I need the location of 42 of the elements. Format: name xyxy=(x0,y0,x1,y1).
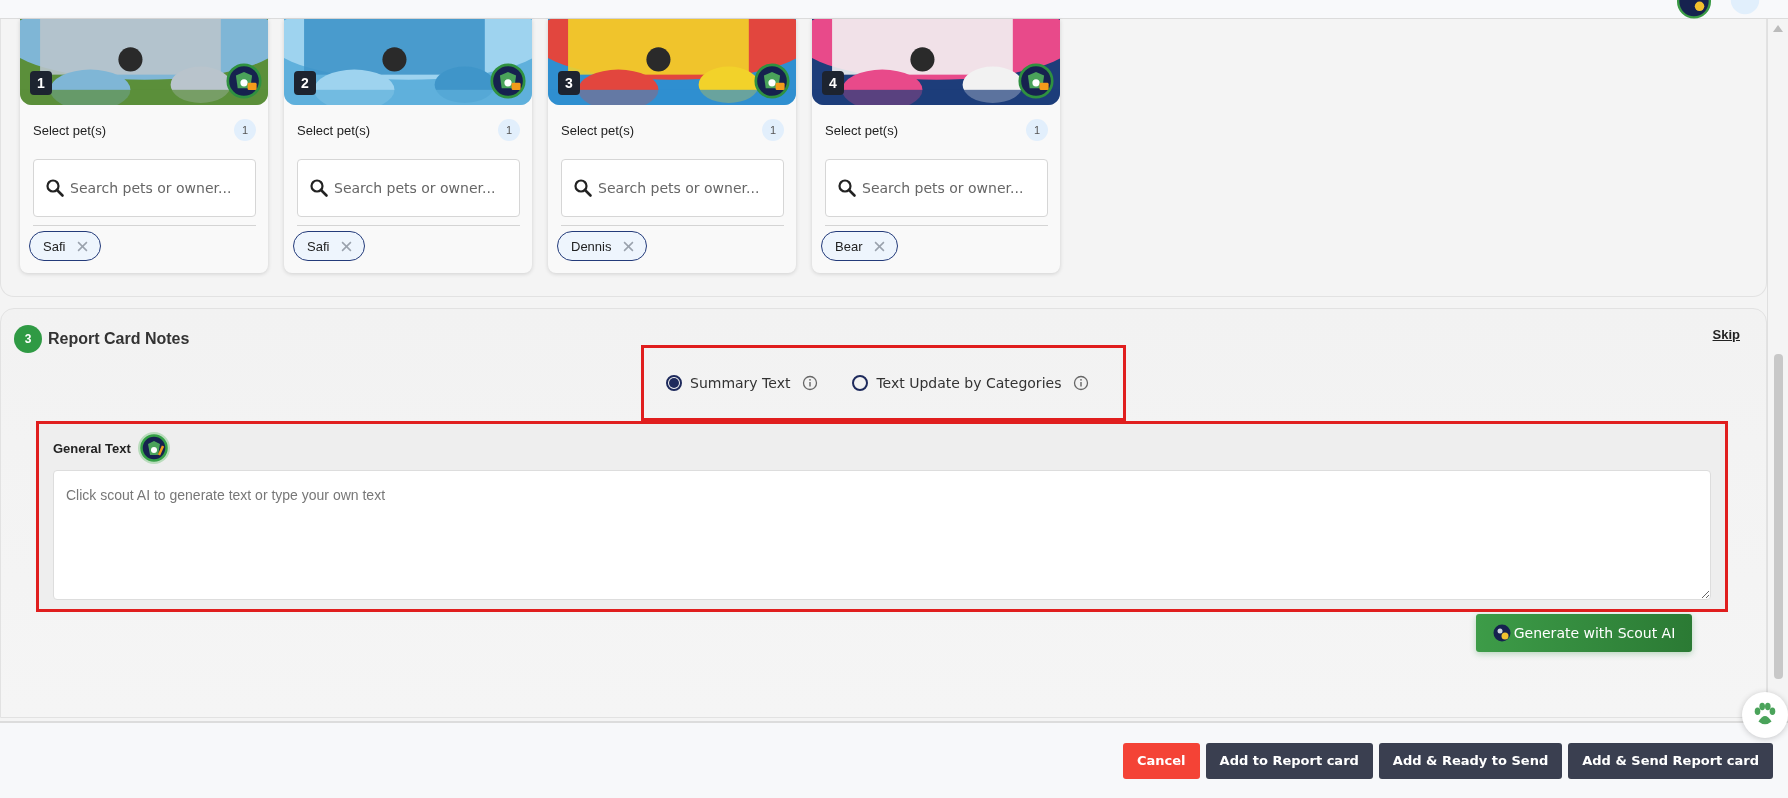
general-text-field[interactable]: Click scout AI to generate text or type your own text xyxy=(53,470,1711,600)
section-title: Report Card Notes xyxy=(48,330,190,348)
search-field[interactable]: Search pets or owner... xyxy=(297,159,520,217)
photo-number: 2 xyxy=(294,71,316,95)
skip-link[interactable]: Skip xyxy=(1712,326,1740,342)
option-label[interactable]: Summary Text xyxy=(690,375,791,391)
info-icon[interactable] xyxy=(802,375,819,391)
pet-chip[interactable]: Safi xyxy=(29,231,102,261)
search-icon xyxy=(309,178,329,198)
search-field[interactable]: Search pets or owner... xyxy=(825,159,1048,217)
pet-count-badge: 1 xyxy=(234,119,256,141)
select-pets-label: Select pet(s) xyxy=(561,122,634,138)
step-badge: 3 xyxy=(14,325,42,353)
photo-number: 1 xyxy=(30,71,52,95)
generate-button[interactable]: Generate with Scout AI xyxy=(1476,614,1692,652)
select-pets-label: Select pet(s) xyxy=(33,122,106,138)
footer-button[interactable]: Add to Report card xyxy=(1205,742,1373,779)
pet-count-badge: 1 xyxy=(1026,119,1048,141)
pet-chip[interactable]: Dennis xyxy=(557,231,648,261)
pet-count-badge: 1 xyxy=(762,119,784,141)
pet-chip[interactable]: Bear xyxy=(821,231,899,261)
info-icon[interactable] xyxy=(1073,375,1090,391)
radio-button[interactable] xyxy=(666,375,682,391)
coin-badge-icon[interactable] xyxy=(1674,0,1714,19)
pet-chip[interactable]: Safi xyxy=(293,231,366,261)
search-icon xyxy=(573,178,593,198)
footer-button[interactable]: Cancel xyxy=(1123,742,1200,779)
general-text-label: General Text xyxy=(53,440,131,456)
select-pets-label: Select pet(s) xyxy=(825,122,898,138)
scrollbar-thumb[interactable] xyxy=(1773,354,1783,679)
select-pets-label: Select pet(s) xyxy=(297,122,370,138)
radio-button[interactable] xyxy=(852,375,869,391)
pet-count-badge: 1 xyxy=(498,119,520,141)
search-field[interactable]: Search pets or owner... xyxy=(561,159,784,217)
footer-button[interactable]: Add & Ready to Send xyxy=(1378,742,1563,779)
option-label[interactable]: Text Update by Categories xyxy=(876,375,1062,391)
photo-number: 4 xyxy=(822,71,844,95)
footer-button[interactable]: Add & Send Report card xyxy=(1568,742,1773,779)
search-field[interactable]: Search pets or owner... xyxy=(33,159,256,217)
photo-number: 3 xyxy=(558,71,580,95)
search-icon xyxy=(837,178,857,198)
search-icon xyxy=(45,178,65,198)
